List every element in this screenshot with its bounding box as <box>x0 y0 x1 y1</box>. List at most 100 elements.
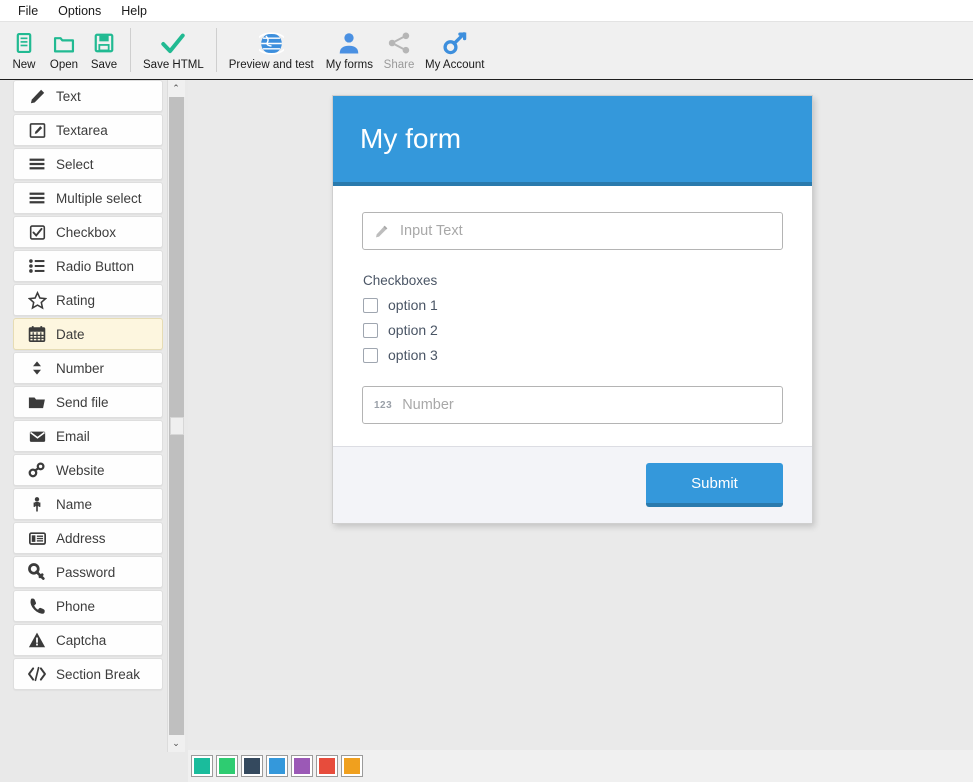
palette-item-captcha[interactable]: Captcha <box>13 624 163 656</box>
palette-item-phone[interactable]: Phone <box>13 590 163 622</box>
warning-triangle-icon <box>24 631 50 649</box>
palette-item-section-break[interactable]: Section Break <box>13 658 163 690</box>
my-account-toolbar-button[interactable]: My Account <box>419 26 490 78</box>
palette-item-checkbox[interactable]: Checkbox <box>13 216 163 248</box>
palette-scrollbar[interactable]: ⌃ ⌄ <box>167 80 185 752</box>
palette-item-label: Address <box>56 530 106 546</box>
address-card-icon <box>24 530 50 547</box>
theme-color-bar <box>188 750 973 782</box>
link-chain-icon <box>24 461 50 479</box>
number-input-placeholder: Number <box>402 397 454 413</box>
floppy-disk-icon <box>93 28 115 58</box>
checkbox-row[interactable]: option 3 <box>362 347 783 363</box>
share-nodes-icon <box>387 28 411 58</box>
my-forms-toolbar-button[interactable]: My forms <box>320 26 379 78</box>
palette-item-textarea[interactable]: Textarea <box>13 114 163 146</box>
palette-item-password[interactable]: Password <box>13 556 163 588</box>
checkbox-row[interactable]: option 2 <box>362 322 783 338</box>
palette-item-label: Multiple select <box>56 190 142 206</box>
new-toolbar-button[interactable]: New <box>4 26 44 78</box>
checkbox-checked-icon <box>24 224 50 241</box>
text-input-field[interactable]: Input Text <box>362 212 783 250</box>
palette-item-multiple-select[interactable]: Multiple select <box>13 182 163 214</box>
palette-list: Text Textarea Select Multiple select Checkbo… <box>0 80 163 752</box>
checkbox-label: option 3 <box>388 347 438 363</box>
text-input-placeholder: Input Text <box>400 223 463 239</box>
scroll-down-arrow-icon[interactable]: ⌄ <box>167 735 185 752</box>
scrollbar-track[interactable] <box>169 97 184 735</box>
palette-item-label: Radio Button <box>56 258 135 274</box>
palette-item-label: Send file <box>56 394 109 410</box>
palette-item-name[interactable]: Name <box>13 488 163 520</box>
123-icon: 123 <box>374 399 393 411</box>
palette-item-rating[interactable]: Rating <box>13 284 163 316</box>
swatch-dark-navy[interactable] <box>241 755 263 777</box>
checkbox-group-label: Checkboxes <box>363 273 438 288</box>
preview-and-test-toolbar-button[interactable]: Preview and test <box>223 26 320 78</box>
checkbox-label: option 1 <box>388 297 438 313</box>
share-toolbar-button: Share <box>379 26 419 78</box>
palette-item-radio-button[interactable]: Radio Button <box>13 250 163 282</box>
swatch-blue[interactable] <box>266 755 288 777</box>
number-input-wrapper: 123 Number <box>362 386 783 424</box>
palette-item-label: Text <box>56 88 81 104</box>
palette-item-date[interactable]: Date <box>13 318 163 350</box>
checkbox-input[interactable] <box>363 297 378 313</box>
save-html-toolbar-button[interactable]: Save HTML <box>137 26 210 78</box>
my-account-toolbar-label: My Account <box>425 59 485 71</box>
palette-item-website[interactable]: Website <box>13 454 163 486</box>
checkbox-label: option 2 <box>388 322 438 338</box>
radio-list-icon <box>24 257 50 275</box>
new-toolbar-label: New <box>12 59 36 71</box>
swatch-green[interactable] <box>216 755 238 777</box>
person-icon <box>337 28 361 58</box>
palette-item-label: Email <box>56 428 90 444</box>
save-toolbar-label: Save <box>90 59 118 71</box>
palette-item-email[interactable]: Email <box>13 420 163 452</box>
palette-item-label: Select <box>56 156 94 172</box>
palette-item-send-file[interactable]: Send file <box>13 386 163 418</box>
palette-item-text[interactable]: Text <box>13 80 163 112</box>
form-canvas[interactable]: My form Input Text Checkboxes option 1 op… <box>188 80 973 782</box>
scroll-up-arrow-icon[interactable]: ⌃ <box>167 80 185 97</box>
menu-file[interactable]: File <box>8 2 48 20</box>
envelope-icon <box>24 428 50 445</box>
swatch-turquoise[interactable] <box>191 755 213 777</box>
list-lines-icon <box>24 189 50 207</box>
toolbar: New Open Save Save HTML Preview and test My f… <box>0 21 973 80</box>
number-input-field[interactable]: 123 Number <box>362 386 783 424</box>
swatch-red[interactable] <box>316 755 338 777</box>
preview-and-test-toolbar-label: Preview and test <box>228 59 314 71</box>
palette-item-label: Textarea <box>56 122 108 138</box>
swatch-orange[interactable] <box>341 755 363 777</box>
save-toolbar-button[interactable]: Save <box>84 26 124 78</box>
palette-item-label: Date <box>56 326 85 342</box>
menu-help[interactable]: Help <box>111 2 157 20</box>
workspace: Text Textarea Select Multiple select Checkbo… <box>0 80 973 782</box>
checkbox-input[interactable] <box>363 322 378 338</box>
checkbox-row[interactable]: option 1 <box>362 297 783 313</box>
form-title[interactable]: My form <box>360 122 812 156</box>
form-body: Input Text Checkboxes option 1 option 2 op… <box>333 186 812 446</box>
form-preview-card: My form Input Text Checkboxes option 1 op… <box>332 95 813 524</box>
palette-item-address[interactable]: Address <box>13 522 163 554</box>
calendar-icon <box>24 325 50 343</box>
scrollbar-thumb[interactable] <box>170 417 184 435</box>
palette-item-number[interactable]: Number <box>13 352 163 384</box>
my-forms-toolbar-label: My forms <box>325 59 374 71</box>
pencil-icon <box>374 224 389 239</box>
checkbox-input[interactable] <box>363 347 378 363</box>
swatch-purple[interactable] <box>291 755 313 777</box>
palette-item-label: Website <box>56 462 105 478</box>
open-toolbar-button[interactable]: Open <box>44 26 84 78</box>
palette-item-label: Password <box>56 564 116 580</box>
menu-bar: File Options Help <box>0 0 973 21</box>
toolbar-separator <box>130 28 131 72</box>
open-toolbar-label: Open <box>49 59 79 71</box>
palette-item-label: Captcha <box>56 632 107 648</box>
person-figure-icon <box>24 495 50 514</box>
field-palette-sidebar: Text Textarea Select Multiple select Checkbo… <box>0 80 188 782</box>
submit-button[interactable]: Submit <box>646 463 783 507</box>
menu-options[interactable]: Options <box>48 2 111 20</box>
palette-item-select[interactable]: Select <box>13 148 163 180</box>
